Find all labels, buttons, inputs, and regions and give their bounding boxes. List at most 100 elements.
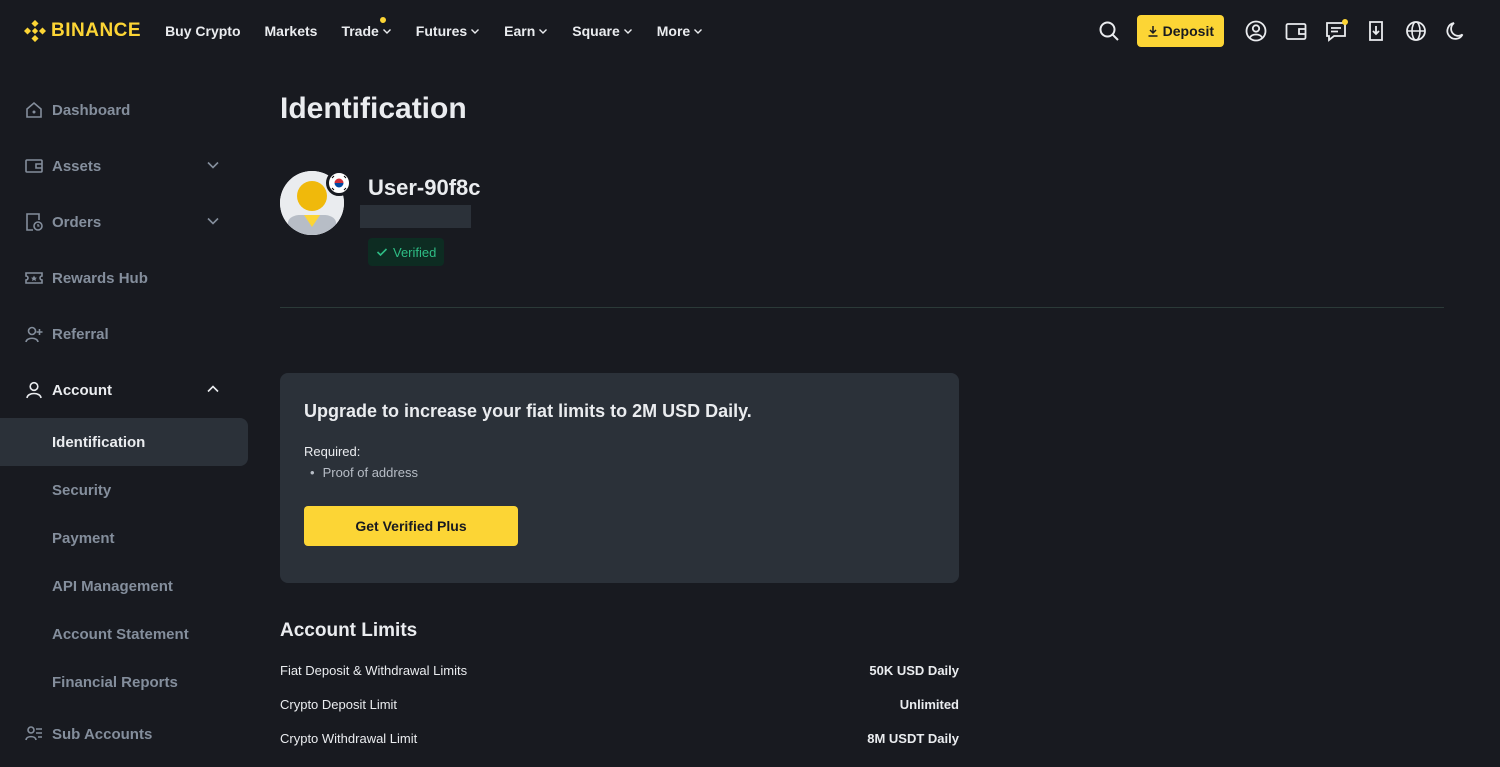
country-flag-icon	[326, 170, 352, 196]
limit-row: Crypto Withdrawal Limit 8M USDT Daily	[280, 731, 959, 751]
sidebar-item-assets[interactable]: Assets	[0, 138, 248, 194]
moon-icon	[1446, 22, 1464, 40]
sidebar-item-label: Payment	[52, 529, 115, 547]
masked-user-info	[360, 205, 471, 228]
sidebar-item-financial-reports[interactable]: Financial Reports	[0, 658, 248, 706]
nav-futures[interactable]: Futures	[416, 23, 480, 39]
limit-value: 50K USD Daily	[869, 663, 959, 678]
brand-name: BINANCE	[51, 20, 142, 41]
limit-value: Unlimited	[899, 697, 959, 712]
nav-square[interactable]: Square	[572, 23, 632, 39]
nav-earn[interactable]: Earn	[504, 23, 548, 39]
nav-more[interactable]: More	[657, 23, 703, 39]
sidebar-item-sub-accounts[interactable]: Sub Accounts	[0, 706, 248, 762]
page-title: Identification	[280, 92, 467, 125]
orders-icon	[24, 212, 44, 232]
home-icon	[24, 100, 44, 120]
notification-dot	[1342, 19, 1348, 25]
nav-label: Earn	[504, 23, 536, 39]
wallet-icon	[1285, 23, 1307, 40]
limit-name: Crypto Deposit Limit	[280, 697, 398, 712]
wallet-button[interactable]	[1276, 11, 1316, 51]
sidebar-item-account-statement[interactable]: Account Statement	[0, 610, 248, 658]
account-limits-title: Account Limits	[280, 620, 418, 641]
sidebar-item-account[interactable]: Account	[0, 362, 248, 418]
download-icon	[1148, 26, 1158, 37]
limit-row: Fiat Deposit & Withdrawal Limits 50K USD…	[280, 663, 959, 683]
sidebar-item-label: Rewards Hub	[52, 269, 148, 287]
nav-label: Futures	[415, 23, 468, 39]
button-label: Get Verified Plus	[355, 518, 467, 534]
nav-label: Trade	[341, 23, 379, 39]
chevron-down-icon	[207, 161, 219, 169]
theme-toggle-button[interactable]	[1436, 11, 1476, 51]
sidebar-item-label: Financial Reports	[52, 673, 178, 691]
sidebar-item-label: Dashboard	[52, 101, 131, 119]
nav-trade[interactable]: Trade	[341, 17, 391, 39]
ticket-icon	[24, 268, 44, 288]
search-icon	[1099, 21, 1119, 41]
verified-badge: Verified	[368, 238, 445, 266]
limit-row: Crypto Deposit Limit Unlimited	[280, 697, 959, 717]
limit-value: 8M USDT Daily	[867, 731, 959, 746]
wallet-icon	[24, 156, 44, 176]
sidebar: Dashboard Assets Orders Rewards Hub Refe…	[0, 82, 248, 762]
sidebar-item-label: API Management	[52, 577, 173, 595]
deposit-button[interactable]: Deposit	[1136, 15, 1224, 47]
sidebar-item-identification[interactable]: Identification	[0, 418, 248, 466]
sidebar-item-rewards-hub[interactable]: Rewards Hub	[0, 250, 248, 306]
nav-label: Square	[572, 23, 620, 39]
username: User-90f8c	[368, 175, 481, 200]
nav-buy-crypto[interactable]: Buy Crypto	[165, 23, 240, 39]
get-verified-plus-button[interactable]: Get Verified Plus	[304, 506, 518, 546]
required-label: Required:	[304, 444, 361, 459]
header-actions: Deposit	[1089, 0, 1476, 62]
chevron-down-icon	[694, 29, 703, 34]
nav-label: Markets	[264, 23, 318, 39]
requirement-item: Proof of address	[310, 465, 418, 480]
chevron-up-icon	[207, 385, 219, 393]
sidebar-item-referral[interactable]: Referral	[0, 306, 248, 362]
top-navigation: BINANCE Buy Crypto Markets Trade Futures…	[0, 0, 1500, 62]
binance-logo[interactable]: BINANCE	[24, 20, 141, 42]
nav-label: Buy Crypto	[165, 23, 241, 39]
globe-icon	[1406, 21, 1426, 41]
sidebar-item-label: Security	[52, 481, 112, 499]
chevron-down-icon	[207, 217, 219, 225]
limit-name: Fiat Deposit & Withdrawal Limits	[280, 663, 468, 678]
sidebar-item-label: Account Statement	[52, 625, 189, 643]
user-icon	[1245, 20, 1267, 42]
sidebar-item-dashboard[interactable]: Dashboard	[0, 82, 248, 138]
upgrade-card: Upgrade to increase your fiat limits to …	[280, 373, 959, 583]
upgrade-title: Upgrade to increase your fiat limits to …	[304, 401, 752, 421]
add-person-icon	[24, 324, 44, 344]
sidebar-item-label: Sub Accounts	[52, 725, 153, 743]
chevron-down-icon	[471, 29, 480, 34]
section-divider	[280, 307, 1444, 308]
messages-button[interactable]	[1316, 11, 1356, 51]
chevron-down-icon	[623, 29, 632, 34]
download-app-button[interactable]	[1356, 11, 1396, 51]
main-menu: Buy Crypto Markets Trade Futures Earn Sq…	[165, 17, 727, 39]
sidebar-item-security[interactable]: Security	[0, 466, 248, 514]
chevron-down-icon	[539, 29, 548, 34]
sidebar-item-payment[interactable]: Payment	[0, 514, 248, 562]
notification-dot	[379, 17, 386, 23]
sidebar-item-api-management[interactable]: API Management	[0, 562, 248, 610]
sidebar-item-label: Referral	[52, 325, 109, 343]
nav-markets[interactable]: Markets	[265, 23, 318, 39]
deposit-label: Deposit	[1162, 23, 1214, 39]
chevron-down-icon	[382, 29, 391, 34]
sidebar-item-label: Identification	[52, 433, 146, 451]
nav-label: More	[656, 23, 691, 39]
sidebar-item-label: Orders	[52, 213, 102, 231]
profile-button[interactable]	[1236, 11, 1276, 51]
language-button[interactable]	[1396, 11, 1436, 51]
verified-label: Verified	[393, 244, 437, 260]
sidebar-item-label: Account	[52, 381, 112, 399]
checkmark-icon	[376, 248, 388, 257]
sidebar-item-label: Assets	[52, 157, 102, 175]
sidebar-item-orders[interactable]: Orders	[0, 194, 248, 250]
search-button[interactable]	[1089, 11, 1129, 51]
download-icon	[1369, 21, 1383, 41]
